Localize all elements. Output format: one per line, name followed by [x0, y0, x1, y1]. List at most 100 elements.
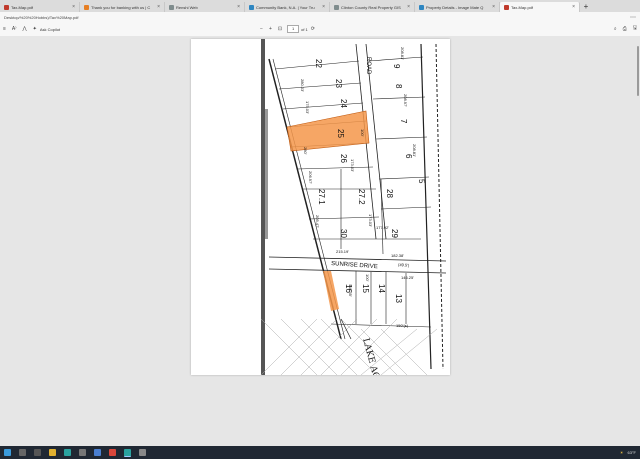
menu-icon[interactable]: ≡ — [3, 26, 6, 32]
dim-label: 280' — [303, 147, 308, 155]
road-edge — [268, 256, 447, 262]
dimension-labels: 208.81' 208.97' 175.03' 280.03' 100' 208… — [300, 47, 417, 328]
dim-label: 215.19' — [336, 249, 349, 254]
page-icon — [169, 4, 174, 10]
ask-copilot-button[interactable]: Ask Copilot — [40, 27, 60, 32]
tab-title: Renshi Web — [176, 4, 198, 10]
lot-label-8: 8 — [394, 84, 403, 89]
lot-label-13: 13 — [394, 294, 403, 303]
rotate-icon[interactable]: ⟳ — [311, 26, 315, 32]
file-explorer-icon[interactable] — [49, 449, 56, 456]
start-icon[interactable] — [4, 449, 11, 456]
tab-1[interactable]: Thank you for banking with us | C × — [80, 2, 165, 12]
lot-label-22: 22 — [314, 59, 323, 68]
lot-label-28: 28 — [385, 189, 394, 198]
lake-hatch — [260, 318, 438, 375]
pdf-icon — [504, 4, 509, 10]
dim-label: 110.35' — [348, 284, 353, 297]
tab-title: Property Details - Image Mate Q — [426, 4, 484, 10]
lot-label-23: 23 — [334, 79, 343, 88]
tab-title: Tax-Map.pdf — [11, 4, 34, 10]
lot-label-7: 7 — [399, 119, 408, 124]
zoom-out-icon[interactable]: − — [260, 26, 263, 32]
chrome-icon[interactable] — [109, 449, 116, 456]
lot-label-15: 15 — [361, 284, 370, 293]
dim-label: 182.38' — [391, 253, 404, 258]
address-url[interactable]: Desktop/%20%20Hobbs)/Tax%20Map.pdf — [0, 15, 626, 20]
tab-0[interactable]: Tax-Map.pdf × — [0, 2, 80, 12]
close-icon[interactable]: × — [157, 4, 160, 10]
task-view-icon[interactable] — [34, 449, 41, 456]
read-aloud-icon[interactable]: A⁾ — [12, 26, 17, 32]
scrollbar[interactable] — [636, 36, 640, 446]
temperature-text: 63°F — [627, 450, 637, 455]
bank-icon — [249, 4, 254, 10]
page-total: of 1 — [301, 26, 308, 32]
tax-map-drawing: 22 23 24 25 26 27.1 27.2 28 29 30 9 8 7 … — [260, 39, 447, 375]
page-icon — [419, 4, 424, 10]
copilot-icon[interactable]: ✦ — [33, 26, 37, 32]
pdf-toolbar: ≡ A⁾ ⋀ ✦ Ask Copilot − + ⊡ 1 of 1 ⟳ ⌕ ⎙ … — [0, 22, 640, 37]
lot-label-30: 30 — [339, 229, 348, 238]
lot-label-27-2: 27.2 — [357, 189, 366, 205]
tab-2[interactable]: Renshi Web × — [165, 2, 245, 12]
scrollbar-thumb[interactable] — [637, 46, 639, 96]
lot-label-29: 29 — [390, 229, 399, 238]
tab-title: Community Bank, N.A. | Your Tru — [256, 4, 315, 10]
highlighted-lot-25 — [286, 110, 370, 152]
boundary-line — [435, 43, 444, 370]
tab-title: Tax-Map.pdf — [511, 4, 534, 10]
search-icon[interactable] — [19, 449, 26, 456]
fit-page-icon[interactable]: ⊡ — [278, 26, 282, 32]
dim-label: 177.92' — [376, 225, 389, 230]
lot-label-6: 6 — [404, 154, 413, 159]
tab-3[interactable]: Community Bank, N.A. | Your Tru × — [245, 2, 330, 12]
tab-6[interactable]: Tax-Map.pdf × — [500, 2, 580, 12]
dim-label: 208.97' — [403, 94, 408, 107]
dim-label: 146.25' — [401, 275, 414, 280]
store-icon[interactable] — [79, 449, 86, 456]
lot-label-9: 9 — [392, 64, 401, 69]
pdf-page: 22 23 24 25 26 27.1 27.2 28 29 30 9 8 7 … — [191, 39, 450, 375]
new-tab-button[interactable]: + — [580, 2, 592, 11]
edge-icon[interactable] — [64, 449, 71, 456]
highlighted-access-strip — [323, 271, 339, 311]
search-icon[interactable]: ⌕ — [614, 26, 617, 32]
dim-label: 208.81' — [412, 144, 417, 157]
boundary-line — [420, 43, 432, 370]
dim-label: 175.03' — [305, 101, 310, 114]
page-icon — [334, 4, 339, 10]
edge-icon[interactable] — [124, 448, 131, 457]
dim-label: 100' — [360, 129, 365, 137]
tab-4[interactable]: Clinton County Real Property GIS × — [330, 2, 415, 12]
tab-title: Thank you for banking with us | C — [91, 4, 151, 10]
mail-icon[interactable] — [94, 449, 101, 456]
print-icon[interactable]: ⎙ — [623, 26, 627, 32]
close-icon[interactable]: × — [572, 4, 575, 10]
tab-5[interactable]: Property Details - Image Mate Q × — [415, 2, 500, 12]
road-edge — [268, 268, 447, 274]
dim-label: 206.97' — [308, 171, 313, 184]
pdf-viewer[interactable]: 22 23 24 25 26 27.1 27.2 28 29 30 9 8 7 … — [0, 36, 640, 446]
dim-label: 173.03' — [368, 214, 373, 227]
zoom-in-icon[interactable]: + — [269, 26, 272, 32]
close-icon[interactable]: × — [407, 4, 410, 10]
pdf-icon — [4, 4, 9, 10]
close-icon[interactable]: × — [322, 4, 325, 10]
close-icon[interactable]: × — [72, 4, 75, 10]
weather-icon[interactable]: ☀ — [620, 450, 624, 455]
tab-bar: Tax-Map.pdf × Thank you for banking with… — [0, 0, 640, 12]
page-number-input[interactable]: 1 — [287, 25, 300, 33]
save-icon[interactable]: 🖫 — [633, 25, 637, 33]
app-icon[interactable] — [139, 449, 146, 456]
road-top-label: ROAD — [365, 57, 371, 75]
draw-icon[interactable]: ⋀ — [23, 26, 27, 32]
close-icon[interactable]: × — [492, 4, 495, 10]
dim-label: 208.81' — [400, 47, 405, 60]
taskbar: ☀ 63°F — [0, 446, 640, 459]
close-icon[interactable]: × — [237, 4, 240, 10]
more-icon[interactable]: ⋯ — [626, 14, 640, 21]
system-tray: ☀ 63°F — [620, 450, 640, 455]
dim-label: 205.47' — [315, 215, 320, 228]
lot-label-26: 26 — [339, 154, 348, 163]
